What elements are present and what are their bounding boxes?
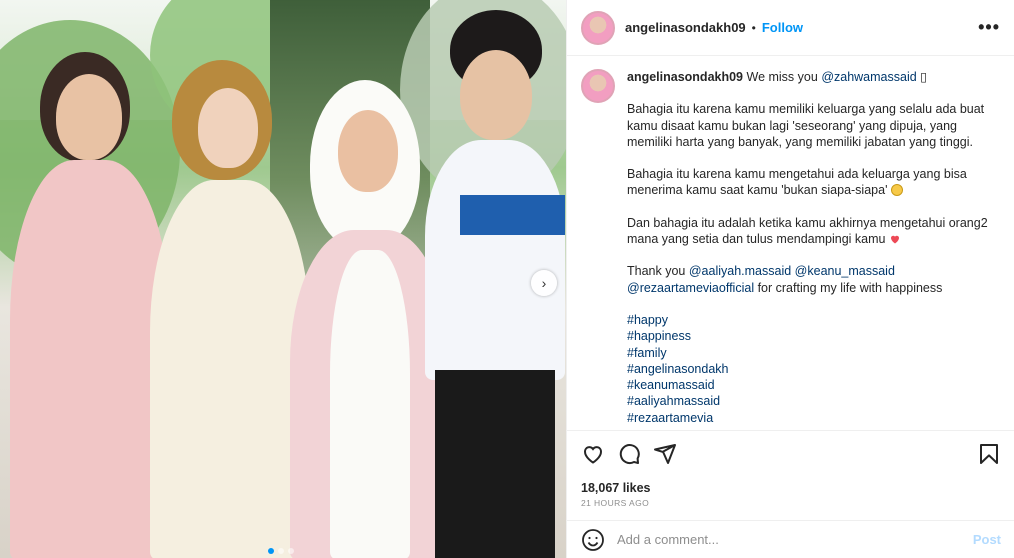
hashtag-link[interactable]: #family bbox=[627, 346, 667, 360]
post-photo[interactable]: › bbox=[0, 0, 566, 558]
bookmark-icon[interactable] bbox=[977, 442, 1001, 466]
mention-link[interactable]: @keanu_massaid bbox=[795, 264, 895, 278]
carousel-dot bbox=[268, 548, 274, 554]
mention-link[interactable]: @rezaartameviaofficial bbox=[627, 281, 754, 295]
caption-text: angelinasondakh09 We miss you @zahwamass… bbox=[627, 69, 1001, 429]
caption-username[interactable]: angelinasondakh09 bbox=[627, 70, 743, 84]
caption-glyph: ▯ bbox=[920, 70, 928, 84]
post-timestamp[interactable]: 21 HOURS AGO bbox=[581, 498, 649, 508]
caption-avatar[interactable] bbox=[581, 69, 615, 103]
mention-link[interactable]: @zahwamassaid bbox=[821, 70, 916, 84]
avatar[interactable] bbox=[581, 10, 615, 45]
hashtag-link[interactable]: #aaliyahmassaid bbox=[627, 394, 720, 408]
hashtag-link[interactable]: #happiness bbox=[627, 329, 691, 343]
header-username[interactable]: angelinasondakh09 bbox=[625, 20, 746, 35]
like-count[interactable]: 18,067 likes bbox=[581, 481, 651, 495]
post-comment-button[interactable]: Post bbox=[973, 532, 1001, 547]
header-separator: • bbox=[751, 20, 756, 35]
hashtag-link[interactable]: #angelinasondakh bbox=[627, 362, 728, 376]
hashtag-link[interactable]: #keanumassaid bbox=[627, 378, 715, 392]
post-side-panel: angelinasondakh09 • Follow ••• angelinas… bbox=[566, 0, 1014, 558]
comment-bar: Post bbox=[567, 520, 1014, 558]
caption-paragraph: Bahagia itu karena kamu mengetahui ada k… bbox=[627, 167, 967, 198]
next-photo-button[interactable]: › bbox=[531, 270, 557, 296]
red-heart-icon bbox=[890, 235, 899, 244]
caption-intro: We miss you bbox=[746, 70, 818, 84]
thanks-text: for crafting my life with happiness bbox=[757, 280, 943, 295]
follow-button[interactable]: Follow bbox=[762, 20, 803, 35]
smiley-icon[interactable] bbox=[581, 528, 605, 552]
caption-area: angelinasondakh09 We miss you @zahwamass… bbox=[567, 57, 1014, 429]
post-header: angelinasondakh09 • Follow ••• bbox=[567, 0, 1014, 56]
comment-input[interactable] bbox=[617, 532, 973, 547]
carousel-indicator bbox=[268, 548, 294, 554]
share-icon[interactable] bbox=[653, 442, 677, 466]
caption-paragraph: Bahagia itu karena kamu memiliki keluarg… bbox=[627, 102, 985, 149]
mention-link[interactable]: @aaliyah.massaid bbox=[689, 264, 791, 278]
comment-icon[interactable] bbox=[617, 442, 641, 466]
more-options-icon[interactable]: ••• bbox=[978, 17, 1000, 38]
carousel-dot bbox=[278, 548, 284, 554]
hashtag-list: #happy #happiness #family #angelinasonda… bbox=[627, 312, 1001, 426]
heart-icon[interactable] bbox=[581, 442, 605, 466]
caption-paragraph: Dan bahagia itu adalah ketika kamu akhir… bbox=[627, 215, 988, 247]
smiling-emoji-icon bbox=[890, 184, 903, 197]
hashtag-link[interactable]: #rezaartamevia bbox=[627, 411, 713, 425]
hashtag-link[interactable]: #happy bbox=[627, 313, 668, 327]
photo-person bbox=[150, 60, 310, 558]
action-bar bbox=[567, 430, 1014, 476]
thanks-text: Thank you bbox=[627, 264, 686, 279]
carousel-dot bbox=[288, 548, 294, 554]
